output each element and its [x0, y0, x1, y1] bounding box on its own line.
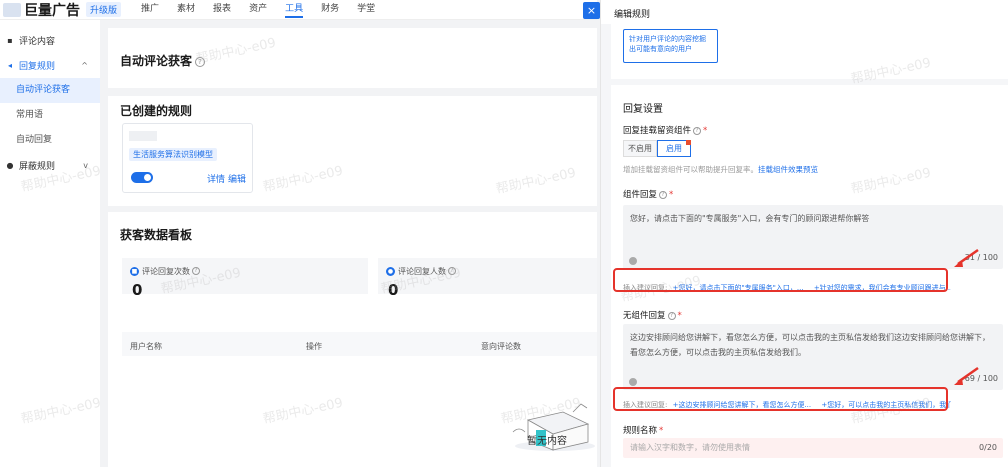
- annotation-arrow: [954, 366, 979, 385]
- help-icon[interactable]: ?: [667, 311, 676, 320]
- sidebar-item-block-rules[interactable]: ● 屏蔽规则 v: [0, 153, 100, 178]
- edition-badge: 升级版: [86, 2, 122, 17]
- close-icon[interactable]: ×: [583, 2, 600, 19]
- drawer-header: 编辑规则: [601, 0, 1008, 24]
- nav-tab-property[interactable]: 资产: [249, 1, 267, 18]
- rule-edit-link[interactable]: 编辑: [228, 172, 246, 185]
- logo-icon: [3, 2, 21, 17]
- main-content: 自动评论获客? 已创建的规则 生活服务算法识别模型 详情 编辑 获客数据看板 ■…: [108, 20, 597, 467]
- brand-name: 巨量广告: [24, 2, 80, 19]
- empty-state-text: 暂无内容: [527, 436, 567, 447]
- emoji-icon[interactable]: [629, 378, 637, 386]
- help-icon[interactable]: ?: [195, 56, 206, 67]
- seg-enable[interactable]: 启用: [657, 140, 691, 157]
- nav-tab-promote[interactable]: 推广: [141, 1, 159, 18]
- sidebar-item-comments[interactable]: ▪ 评论内容: [0, 28, 100, 53]
- sidebar-subitem-auto-comment[interactable]: 自动评论获客: [0, 78, 100, 103]
- sidebar-subitem-phrases[interactable]: 常用语: [0, 103, 100, 128]
- sidebar-item-reply-rules[interactable]: ◂ 回复规则 ^: [0, 53, 100, 78]
- help-icon[interactable]: ?: [693, 126, 702, 135]
- no-component-textarea[interactable]: 这边安排顾问给您讲解下，看您怎么方便，可以点击我的主页私信发给我们这边安排顾问给…: [623, 324, 1003, 390]
- drawer-title: 编辑规则: [614, 10, 651, 20]
- table-header-user: 用户名称: [130, 342, 162, 351]
- rule-name-label: 规则名称 *: [623, 426, 664, 436]
- nav-tab-assets[interactable]: 素材: [177, 1, 195, 18]
- help-icon[interactable]: ?: [659, 190, 668, 199]
- stat-value: 0: [388, 281, 399, 299]
- nav-tab-tools[interactable]: 工具: [285, 1, 304, 18]
- chevron-down-icon: v: [83, 161, 88, 170]
- table-header: [122, 332, 597, 356]
- stat-label: 评论回复人数: [398, 266, 446, 276]
- component-label: 回复挂载留资组件? *: [623, 126, 708, 136]
- rule-tag: 生活服务算法识别模型: [129, 148, 217, 161]
- emoji-icon[interactable]: [629, 257, 637, 265]
- dashboard-title: 获客数据看板: [120, 228, 193, 242]
- table-header-action: 操作: [306, 342, 322, 351]
- block-icon: ●: [6, 160, 14, 170]
- top-nav-bar: 巨量广告 升级版 推广 素材 报表 资产 工具 财务 学堂: [0, 0, 597, 20]
- sidebar-item-label: 评论内容: [19, 37, 56, 47]
- table-header-intent: 意向评论数: [481, 342, 521, 351]
- comment-icon: ▪: [7, 35, 13, 45]
- reply-icon: ◂: [7, 60, 12, 70]
- component-reply-text: 您好，请点击下面的"专属服务"入口，会有专门的顾问跟进帮你解答: [630, 214, 870, 223]
- char-count: 0/20: [979, 443, 997, 452]
- title-card: 自动评论获客?: [108, 28, 597, 88]
- help-icon[interactable]: ?: [192, 267, 200, 275]
- page-title: 自动评论获客: [120, 54, 193, 68]
- stat-icon: ■: [130, 266, 139, 276]
- sidebar-subitem-auto-reply[interactable]: 自动回复: [0, 128, 100, 153]
- no-component-label: 无组件回复? *: [623, 311, 682, 321]
- main-nav: 推广 素材 报表 资产 工具 财务 学堂: [141, 1, 375, 18]
- stat-reply-users: ● 评论回复人数? 0: [378, 258, 597, 299]
- rule-toggle[interactable]: [131, 172, 153, 183]
- nav-tab-learn[interactable]: 学堂: [357, 1, 375, 18]
- stat-value: 0: [132, 281, 143, 299]
- annotation-box: [613, 268, 948, 292]
- annotation-arrow: [954, 248, 979, 267]
- seg-disable[interactable]: 不启用: [623, 140, 657, 157]
- sidebar-item-label: 屏蔽规则: [19, 162, 56, 172]
- stat-icon: ●: [386, 266, 395, 276]
- rule-detail-link[interactable]: 详情: [207, 172, 225, 185]
- nav-tab-finance[interactable]: 财务: [321, 1, 339, 18]
- chevron-up-icon: ^: [81, 61, 88, 70]
- rule-name-input[interactable]: 请输入汉字和数字，请勿使用表情 0/20: [623, 438, 1003, 458]
- stat-reply-count: ■ 评论回复次数? 0: [122, 258, 368, 299]
- reply-settings-title: 回复设置: [623, 104, 663, 115]
- rule-name-placeholder: 请输入汉字和数字，请勿使用表情: [630, 443, 750, 452]
- nav-tab-reports[interactable]: 报表: [213, 1, 231, 18]
- no-component-text: 这边安排顾问给您讲解下，看您怎么方便，可以点击我的主页私信发给我们这边安排顾问给…: [630, 333, 990, 357]
- annotation-box: [613, 387, 948, 411]
- created-rules-title: 已创建的规则: [120, 104, 193, 118]
- stat-label: 评论回复次数: [142, 266, 190, 276]
- component-hint: 增加挂载留资组件可以帮助提升回复率。挂载组件效果预览: [623, 165, 818, 174]
- help-icon[interactable]: ?: [448, 267, 456, 275]
- sidebar-item-label: 回复规则: [19, 62, 56, 72]
- preview-link[interactable]: 挂载组件效果预览: [758, 165, 818, 174]
- sidebar: ▪ 评论内容 ◂ 回复规则 ^ 自动评论获客 常用语 自动回复 ● 屏蔽规则 v: [0, 20, 100, 467]
- model-option[interactable]: 针对用户评论的内容挖掘出可能有意向的用户: [623, 29, 718, 63]
- rule-card: 生活服务算法识别模型 详情 编辑: [122, 123, 253, 193]
- component-reply-textarea[interactable]: 您好，请点击下面的"专属服务"入口，会有专门的顾问跟进帮你解答 31 / 100: [623, 205, 1003, 269]
- rule-name-placeholder: [129, 131, 157, 141]
- component-reply-label: 组件回复? *: [623, 190, 674, 200]
